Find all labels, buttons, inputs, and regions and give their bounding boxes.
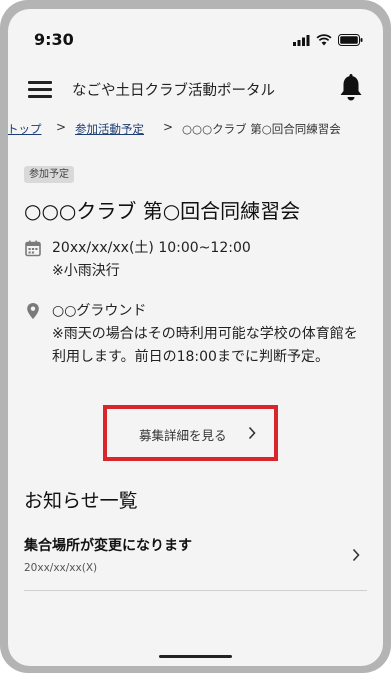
event-location-note: ※雨天の場合はその時利用可能な学校の体育館を利用します。前日の18:00までに判… — [52, 326, 358, 365]
phone-screen: 9:30 なごや土日クラブ活動ポータル トップ > 参加活動予定 > ○○○クラ… — [8, 9, 383, 666]
breadcrumb-separator: > — [56, 120, 67, 134]
notice-title: 集合場所が変更になります — [24, 538, 192, 554]
notice-date: 20xx/xx/xx(X) — [24, 562, 98, 574]
breadcrumb-link-top[interactable]: トップ — [8, 121, 42, 137]
app-header: なごや土日クラブ活動ポータル — [8, 65, 383, 113]
phone-frame: 9:30 なごや土日クラブ活動ポータル トップ > 参加活動予定 > ○○○クラ… — [0, 0, 391, 673]
recruitment-details-button[interactable]: 募集詳細を見る — [103, 405, 278, 461]
status-bar: 9:30 — [8, 9, 383, 65]
breadcrumb-current: ○○○クラブ 第○回合同練習会 — [182, 122, 341, 136]
menu-icon-line — [28, 81, 52, 84]
status-time: 9:30 — [34, 30, 74, 49]
status-badge: 参加予定 — [24, 166, 74, 183]
menu-button[interactable] — [26, 75, 54, 103]
battery-icon — [338, 34, 363, 46]
status-icons — [293, 34, 363, 46]
recruitment-details-label: 募集詳細を見る — [139, 428, 227, 443]
notice-list-item[interactable]: 集合場所が変更になります 20xx/xx/xx(X) — [24, 527, 367, 591]
chevron-right-icon — [352, 548, 360, 562]
event-location: ○○グラウンド — [52, 303, 147, 319]
event-datetime-row: 20xx/xx/xx(土) 10:00~12:00 ※小雨決行 — [24, 237, 369, 285]
event-location-row: ○○グラウンド ※雨天の場合はその時利用可能な学校の体育館を利用します。前日の1… — [24, 300, 369, 396]
event-datetime: 20xx/xx/xx(土) 10:00~12:00 — [52, 240, 251, 256]
app-title: なごや土日クラブ活動ポータル — [72, 83, 275, 99]
breadcrumb-link-planned-activities[interactable]: 参加活動予定 — [75, 121, 144, 137]
event-title: ○○○クラブ 第○回合同練習会 — [24, 199, 301, 223]
breadcrumb: トップ > 参加活動予定 > ○○○クラブ 第○回合同練習会 — [8, 119, 383, 139]
notices-section-title: お知らせ一覧 — [24, 490, 138, 512]
notification-bell-button[interactable] — [337, 73, 365, 103]
event-location-text: ○○グラウンド ※雨天の場合はその時利用可能な学校の体育館を利用します。前日の1… — [52, 300, 364, 369]
home-indicator — [159, 655, 232, 658]
menu-icon-line — [28, 95, 52, 98]
event-datetime-text: 20xx/xx/xx(土) 10:00~12:00 ※小雨決行 — [52, 237, 364, 283]
location-pin-icon — [27, 303, 39, 319]
signal-icon — [293, 34, 310, 46]
chevron-right-icon — [248, 426, 256, 440]
wifi-icon — [316, 34, 332, 46]
menu-icon-line — [28, 88, 52, 91]
bell-icon — [340, 74, 362, 101]
breadcrumb-separator: > — [163, 120, 174, 134]
event-weather-note: ※小雨決行 — [52, 263, 120, 279]
calendar-icon — [25, 240, 41, 257]
